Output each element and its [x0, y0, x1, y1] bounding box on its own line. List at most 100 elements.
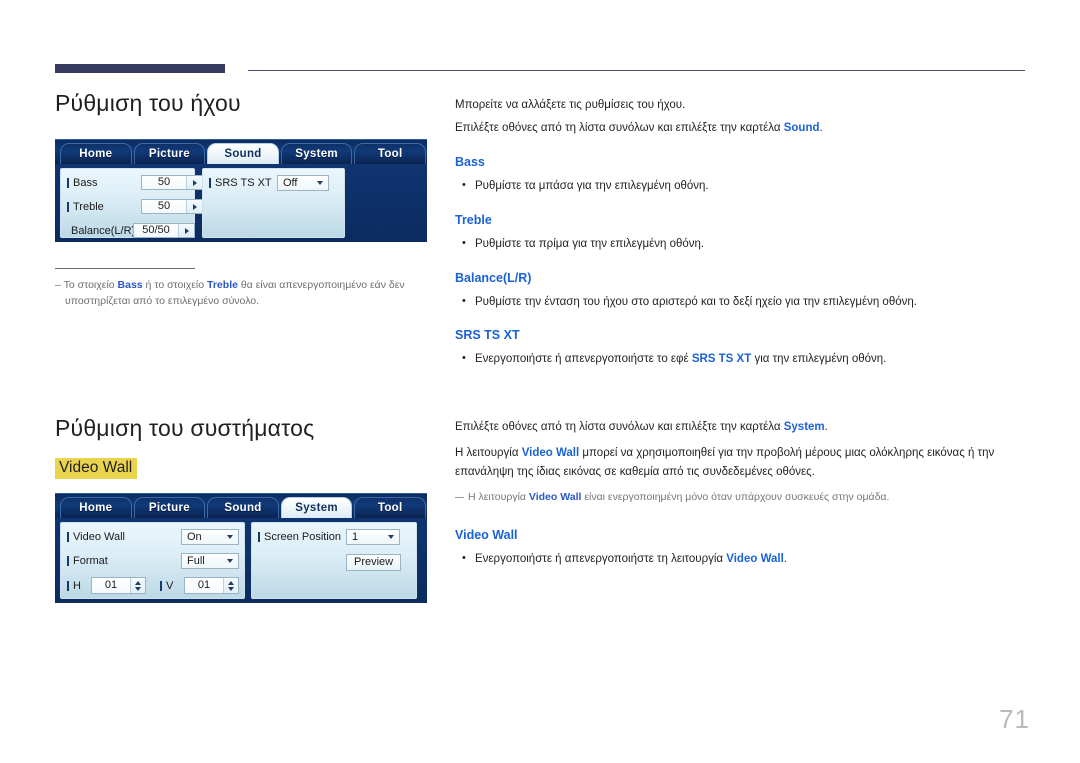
osd-combobox-screen-position[interactable]: 1 — [346, 529, 400, 546]
osd-value-v: 01 — [185, 578, 223, 594]
footnote-part1: Το στοιχείο — [63, 279, 118, 291]
option-desc-srs-pre: Ενεργοποιήστε ή απενεργοποιήστε το εφέ — [475, 353, 692, 366]
osd-pane-left-sound: Bass 50 Treble 50 Balance(L/R) 50/50 — [60, 168, 203, 238]
osd-spinner-bass[interactable]: 50 — [141, 175, 203, 190]
header-accent-bar — [55, 64, 225, 73]
system-note-pre: Η λειτουργία — [468, 490, 529, 503]
option-heading-srs-ts-xt: SRS TS XT — [455, 328, 520, 343]
option-desc-balance: Ρυθμίστε την ένταση του ήχου στο αριστερ… — [455, 293, 1030, 312]
osd-value-bass: 50 — [142, 176, 186, 189]
link-video-wall-3: Video Wall — [726, 552, 784, 565]
osd-preview-button[interactable]: Preview — [346, 554, 402, 572]
osd-tab-sound[interactable]: Sound — [207, 497, 279, 519]
osd-tab-system[interactable]: System — [280, 497, 353, 519]
link-srs-ts-xt: SRS TS XT — [691, 353, 752, 366]
chevron-down-icon — [227, 559, 233, 564]
footnote-dash: – — [55, 279, 61, 291]
chevron-right-icon[interactable] — [186, 176, 202, 189]
option-desc-video-wall: Ενεργοποιήστε ή απενεργοποιήστε τη λειτο… — [455, 550, 1030, 569]
chevron-down-icon — [388, 535, 394, 540]
footnote-divider — [55, 268, 195, 269]
system-note-post: είναι ενεργοποιημένη μόνο όταν υπάρχουν … — [581, 490, 890, 503]
footnote-part2: ή το στοιχείο — [142, 279, 208, 291]
osd-tab-home[interactable]: Home — [60, 143, 132, 164]
osd-row-bass[interactable]: Bass 50 — [67, 175, 203, 190]
stepper-arrows-icon[interactable] — [130, 578, 145, 594]
osd-stepper-v[interactable]: 01 — [184, 577, 239, 595]
osd-tab-picture[interactable]: Picture — [133, 497, 206, 519]
sound-intro-line-2-text: Επιλέξτε οθόνες από τη λίστα συνόλων και… — [455, 121, 784, 134]
option-heading-bass: Bass — [455, 154, 485, 169]
option-heading-treble: Treble — [455, 212, 492, 227]
footnote-sound-text: – Το στοιχείο Bass ή το στοιχείο Treble … — [55, 277, 415, 310]
osd-label-srs-ts-xt: SRS TS XT — [209, 177, 277, 189]
system-intro-pre: Επιλέξτε οθόνες από τη λίστα συνόλων και… — [455, 421, 784, 433]
osd-row-balance[interactable]: Balance(L/R) 50/50 — [67, 223, 195, 238]
osd-row-video-wall[interactable]: Video Wall On — [67, 529, 239, 546]
osd-value-balance: 50/50 — [134, 224, 178, 237]
osd-label-bass: Bass — [67, 177, 141, 189]
stepper-arrows-icon[interactable] — [223, 578, 238, 594]
osd-row-treble[interactable]: Treble 50 — [67, 199, 203, 214]
link-video-wall-1: Video Wall — [521, 446, 580, 459]
chevron-down-icon — [227, 535, 233, 540]
right-column-system: Επιλέξτε οθόνες από τη λίστα συνόλων και… — [455, 418, 1030, 571]
chevron-right-icon[interactable] — [186, 200, 202, 213]
system-videowall-note: Η λειτουργία Video Wall είναι ενεργοποιη… — [455, 489, 1030, 506]
osd-tab-sound[interactable]: Sound — [207, 143, 279, 164]
footnote-bass: Bass — [117, 279, 143, 291]
page-header-rule — [55, 62, 1025, 74]
osd-row-hv[interactable]: H 01 V 01 — [67, 577, 239, 595]
subsection-label-video-wall: Video Wall — [55, 458, 138, 480]
osd-tab-system[interactable]: System — [280, 143, 353, 164]
left-column-system: Ρύθμιση του συστήματος Video Wall Home P… — [55, 415, 435, 604]
page-title-sound: Ρύθμιση του ήχου — [55, 90, 241, 116]
footnote-sound: – Το στοιχείο Bass ή το στοιχείο Treble … — [55, 268, 415, 310]
osd-tab-home[interactable]: Home — [60, 497, 132, 519]
osd-body-system: Video Wall On Format Full H 01 V 01 Scre… — [55, 518, 427, 604]
osd-label-h: H — [67, 580, 91, 592]
option-heading-balance: Balance(L/R) — [455, 270, 532, 285]
osd-value-format: Full — [187, 555, 205, 568]
osd-tabbar-sound: Home Picture Sound System Tool — [55, 139, 427, 164]
chevron-right-icon[interactable] — [178, 224, 194, 237]
osd-body-sound: Bass 50 Treble 50 Balance(L/R) 50/50 SRS… — [55, 164, 427, 242]
osd-label-video-wall: Video Wall — [67, 531, 125, 543]
right-column-sound: Μπορείτε να αλλάξετε τις ρυθμίσεις του ή… — [455, 96, 1030, 371]
footnote-treble: Treble — [207, 279, 238, 291]
option-desc-treble: Ρυθμίστε τα πρίμα για την επιλεγμένη οθό… — [455, 235, 1030, 254]
osd-tab-picture[interactable]: Picture — [133, 143, 206, 164]
osd-label-v: V — [160, 580, 184, 592]
osd-row-preview[interactable]: Preview — [346, 554, 402, 572]
osd-combobox-srs-ts-xt[interactable]: Off — [277, 175, 329, 191]
osd-pane-right-system: Screen Position 1 Preview — [251, 522, 417, 600]
osd-spinner-balance[interactable]: 50/50 — [133, 223, 195, 238]
osd-tab-tool[interactable]: Tool — [354, 497, 426, 519]
sound-intro-line-1: Μπορείτε να αλλάξετε τις ρυθμίσεις του ή… — [455, 99, 686, 111]
osd-row-format[interactable]: Format Full — [67, 553, 239, 570]
link-system-tab: System — [783, 421, 825, 433]
osd-tab-tool[interactable]: Tool — [354, 143, 426, 164]
osd-value-video-wall: On — [187, 531, 202, 544]
osd-screenshot-system: Home Picture Sound System Tool Video Wal… — [55, 493, 427, 604]
sound-intro-line-2-tail: . — [819, 121, 823, 134]
osd-pane-left-system: Video Wall On Format Full H 01 V 01 — [60, 522, 245, 600]
osd-screenshot-sound: Home Picture Sound System Tool Bass 50 T… — [55, 139, 427, 242]
osd-row-srs[interactable]: SRS TS XT Off — [209, 175, 329, 191]
osd-pane-right-sound: SRS TS XT Off — [202, 168, 345, 238]
option-desc-srs-ts-xt: Ενεργοποιήστε ή απενεργοποιήστε το εφέ S… — [455, 350, 1030, 369]
chevron-down-icon — [317, 181, 323, 185]
osd-spinner-treble[interactable]: 50 — [141, 199, 203, 214]
osd-value-treble: 50 — [142, 200, 186, 213]
sound-intro-line-2: Επιλέξτε οθόνες από τη λίστα συνόλων και… — [455, 119, 1030, 138]
osd-stepper-h[interactable]: 01 — [91, 577, 146, 595]
option-desc-srs-post: για την επιλεγμένη οθόνη. — [751, 353, 887, 366]
option-desc-bass: Ρυθμίστε τα μπάσα για την επιλεγμένη οθό… — [455, 177, 1030, 196]
system-intro-post: . — [824, 421, 828, 433]
osd-combobox-format[interactable]: Full — [181, 553, 239, 570]
osd-row-screen-position[interactable]: Screen Position 1 — [258, 529, 400, 546]
osd-label-balance: Balance(L/R) — [67, 225, 135, 237]
osd-combobox-video-wall[interactable]: On — [181, 529, 239, 546]
osd-label-format: Format — [67, 555, 108, 567]
system-para2-pre: Η λειτουργία — [455, 446, 522, 459]
